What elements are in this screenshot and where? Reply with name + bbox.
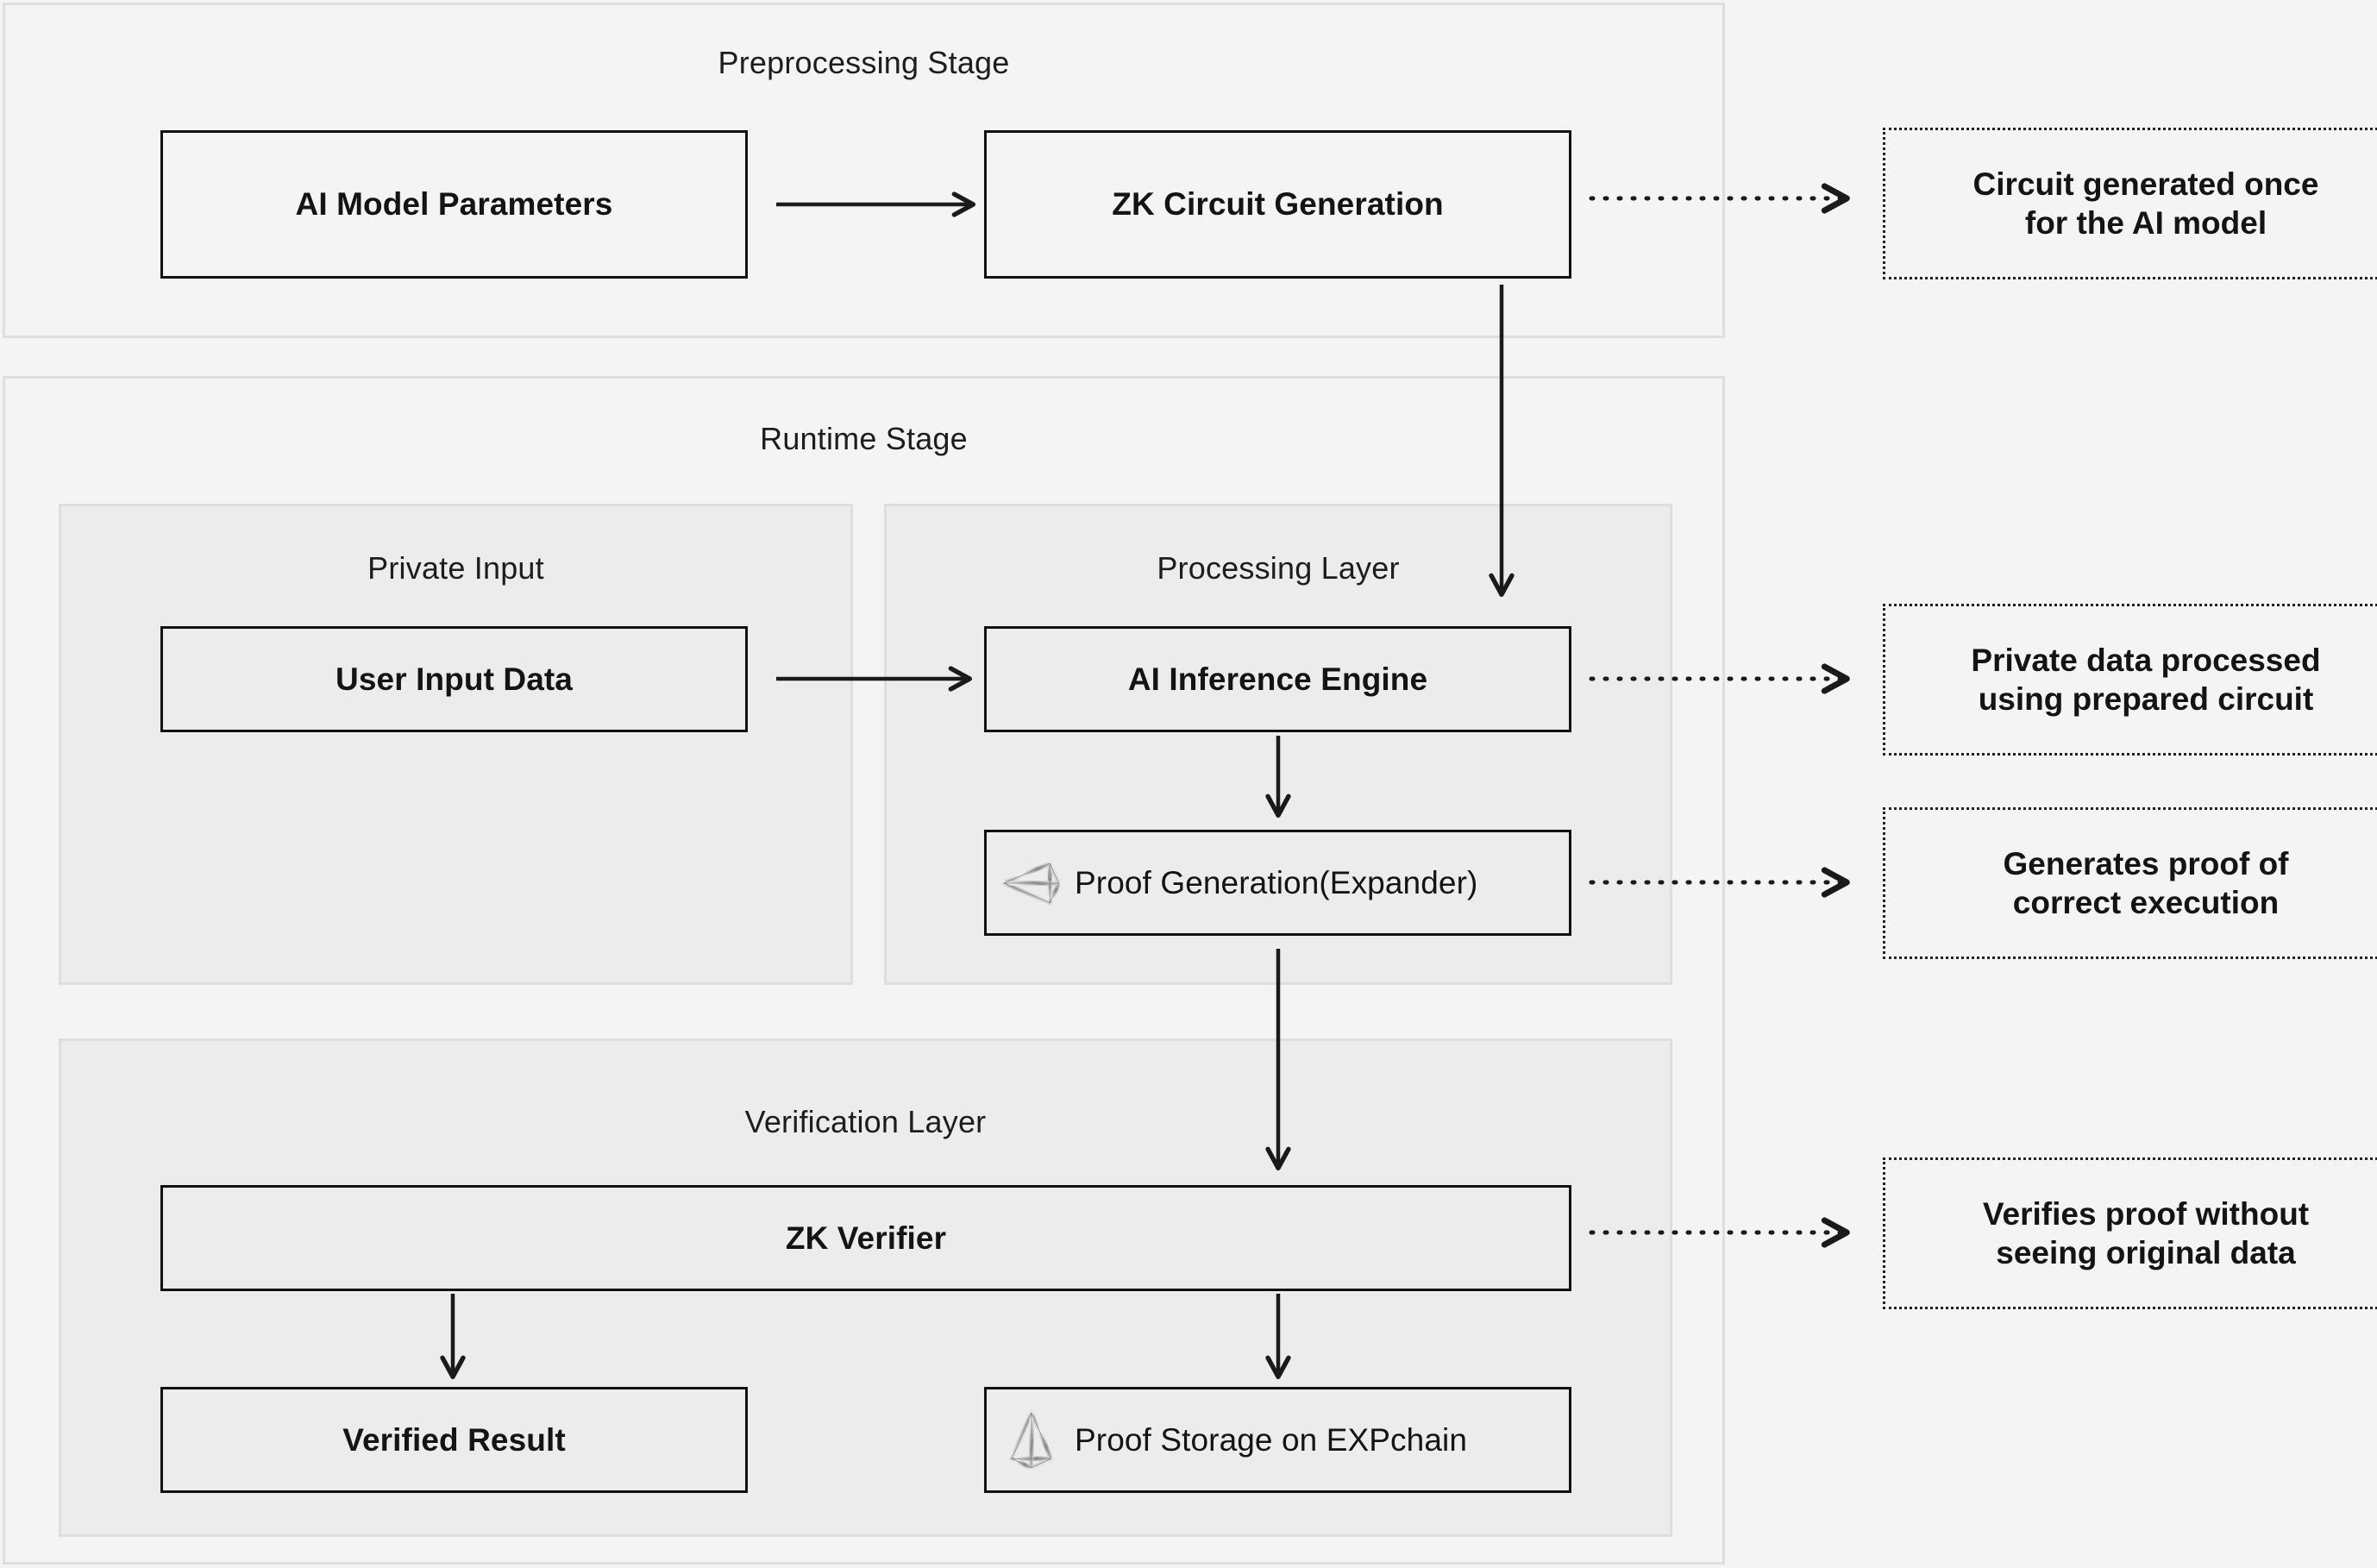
note-generates-proof: Generates proof of correct execution xyxy=(1883,807,2377,959)
node-proof-generation-label: Proof Generation(Expander) xyxy=(1075,864,1478,900)
node-verified-result-label: Verified Result xyxy=(342,1421,566,1458)
node-zk-verifier-label: ZK Verifier xyxy=(785,1220,947,1256)
note-private-data-processed-line1: Private data processed xyxy=(1971,642,2321,678)
note-verifies-proof-line2: seeing original data xyxy=(1996,1235,2296,1270)
node-ai-model-parameters-label: AI Model Parameters xyxy=(295,186,613,222)
node-ai-model-parameters[interactable]: AI Model Parameters xyxy=(160,130,748,279)
node-ai-inference-engine-label: AI Inference Engine xyxy=(1127,661,1428,697)
node-zk-circuit-generation[interactable]: ZK Circuit Generation xyxy=(984,130,1571,279)
note-generates-proof-line2: correct execution xyxy=(2012,885,2280,920)
note-circuit-generated-once-line1: Circuit generated once xyxy=(1972,166,2319,202)
note-circuit-generated-once: Circuit generated once for the AI model xyxy=(1883,128,2377,279)
note-generates-proof-line1: Generates proof of xyxy=(2003,845,2289,881)
node-user-input-data[interactable]: User Input Data xyxy=(160,626,748,732)
note-private-data-processed: Private data processed using prepared ci… xyxy=(1883,604,2377,756)
note-verifies-proof-line1: Verifies proof without xyxy=(1982,1195,2310,1232)
node-verified-result[interactable]: Verified Result xyxy=(160,1387,748,1493)
node-proof-storage[interactable]: Proof Storage on EXPchain xyxy=(984,1387,1571,1493)
node-proof-generation[interactable]: Proof Generation(Expander) xyxy=(984,830,1571,936)
processing-layer-title: Processing Layer xyxy=(1157,550,1400,586)
note-private-data-processed-line2: using prepared circuit xyxy=(1978,681,2314,717)
preprocessing-stage-title: Preprocessing Stage xyxy=(718,45,1010,80)
wireframe-diamond-icon xyxy=(999,850,1064,916)
node-user-input-data-label: User Input Data xyxy=(336,661,573,697)
node-ai-inference-engine[interactable]: AI Inference Engine xyxy=(984,626,1571,732)
verification-layer-title: Verification Layer xyxy=(744,1104,987,1139)
note-verifies-proof: Verifies proof without seeing original d… xyxy=(1883,1157,2377,1309)
wireframe-pyramid-icon xyxy=(999,1408,1064,1473)
private-input-layer-title: Private Input xyxy=(367,550,544,586)
node-zk-circuit-generation-label: ZK Circuit Generation xyxy=(1112,186,1444,222)
node-proof-storage-label: Proof Storage on EXPchain xyxy=(1075,1421,1468,1458)
node-zk-verifier[interactable]: ZK Verifier xyxy=(160,1185,1571,1291)
runtime-stage-title: Runtime Stage xyxy=(760,421,968,456)
note-circuit-generated-once-line2: for the AI model xyxy=(2024,205,2267,241)
